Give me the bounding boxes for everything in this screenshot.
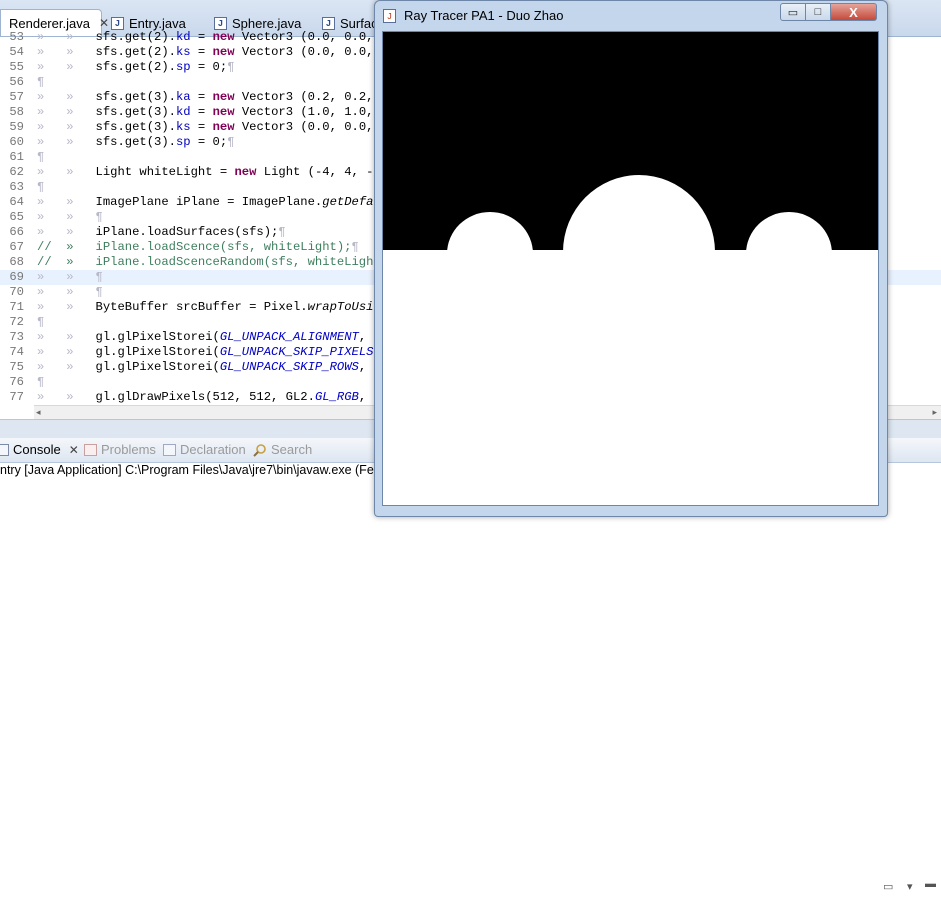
close-button[interactable]: X: [830, 3, 877, 21]
search-icon: [253, 443, 266, 457]
problems-icon: [84, 443, 97, 456]
sphere-left: [447, 212, 533, 296]
tab-search[interactable]: Search: [253, 442, 312, 457]
tab-label: Renderer.java: [9, 15, 90, 31]
declaration-icon: [163, 443, 176, 456]
scroll-right-icon[interactable]: ▸: [932, 406, 937, 419]
java-app-icon: J: [383, 9, 396, 23]
tab-label: Problems: [101, 442, 156, 457]
view-toolbar: ▭ ▾ ▬: [881, 878, 941, 898]
maximize-button[interactable]: □: [805, 3, 831, 21]
minimize-icon: ▭: [787, 6, 799, 19]
sphere-right: [746, 212, 832, 296]
maximize-icon: □: [814, 6, 822, 18]
tab-console[interactable]: Console ✕: [0, 442, 79, 457]
tab-label: Surfac: [340, 15, 378, 31]
render-canvas: [382, 31, 879, 506]
scroll-left-icon[interactable]: ◂: [36, 406, 41, 419]
tab-label: Declaration: [180, 442, 246, 457]
console-output: ntry [Java Application] C:\Program Files…: [0, 463, 399, 477]
console-icon: [0, 443, 9, 456]
view-menu-icon[interactable]: ▾: [907, 880, 913, 893]
window-title: Ray Tracer PA1 - Duo Zhao: [404, 8, 564, 23]
minimize-view-icon[interactable]: ▬: [925, 878, 936, 890]
java-file-icon: J: [214, 16, 227, 30]
close-icon[interactable]: ✕: [69, 443, 79, 457]
tab-declaration[interactable]: Declaration: [163, 442, 246, 457]
close-icon: X: [849, 4, 858, 20]
tab-label: Console: [13, 442, 61, 457]
render-window-titlebar[interactable]: J Ray Tracer PA1 - Duo Zhao ▭ □ X: [375, 1, 887, 31]
render-window: J Ray Tracer PA1 - Duo Zhao ▭ □ X: [374, 0, 888, 517]
rendered-scene: [383, 32, 878, 505]
pin-console-icon[interactable]: ▭: [883, 880, 893, 893]
minimize-button[interactable]: ▭: [780, 3, 806, 21]
java-file-icon: J: [111, 16, 124, 30]
java-file-icon: J: [322, 16, 335, 30]
tab-problems[interactable]: Problems: [84, 442, 156, 457]
sphere-center: [563, 175, 715, 329]
tab-label: Search: [271, 442, 313, 457]
close-icon[interactable]: ✕: [99, 16, 109, 30]
tab-label: Entry.java: [129, 15, 186, 31]
tab-label: Sphere.java: [232, 15, 302, 31]
